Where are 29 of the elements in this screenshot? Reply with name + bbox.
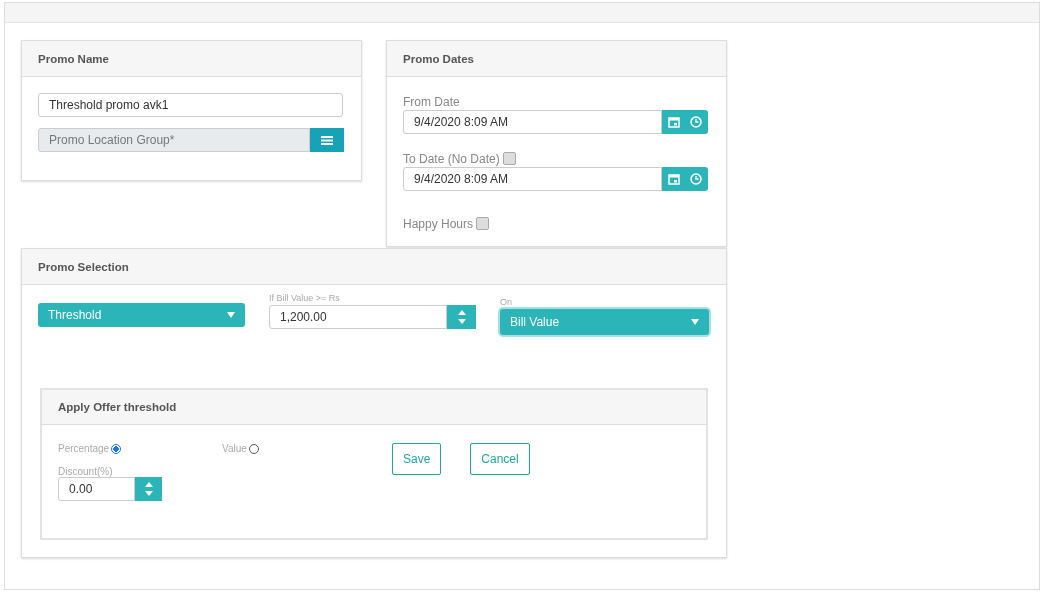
- promo-name-field[interactable]: Threshold promo avk1: [38, 93, 343, 117]
- calendar-icon[interactable]: [668, 116, 680, 128]
- field-label: From Date: [403, 94, 460, 109]
- panel-title: Apply Offer threshold: [58, 401, 177, 413]
- no-date-checkbox[interactable]: [502, 152, 516, 165]
- field-label: Discount(%): [58, 466, 114, 477]
- panel-title: Promo Name: [38, 52, 109, 65]
- menu-icon: [321, 135, 333, 145]
- field-label: On: [500, 297, 513, 309]
- clock-icon[interactable]: [690, 116, 702, 128]
- spinner-button[interactable]: [135, 477, 162, 501]
- menu-button[interactable]: [310, 128, 344, 152]
- panel-title: Promo Dates: [403, 52, 474, 65]
- panel-title: Promo Selection: [38, 260, 129, 273]
- discount-field[interactable]: 0.00: [58, 477, 135, 501]
- field-label: To Date (No Date): [403, 151, 500, 166]
- calendar-icon[interactable]: [668, 173, 680, 185]
- from-date-field[interactable]: 9/4/2020 8:09 AM: [403, 110, 662, 134]
- to-date-field[interactable]: 9/4/2020 8:09 AM: [403, 167, 662, 191]
- spinner-button[interactable]: [447, 305, 476, 329]
- happy-hours-checkbox[interactable]: [476, 217, 490, 230]
- field-label: If Bill Value >= Rs: [269, 293, 341, 305]
- location-group-field[interactable]: Promo Location Group*: [38, 128, 310, 152]
- field-label: Happy Hours: [403, 216, 474, 231]
- radio-label: Percentage: [58, 443, 110, 454]
- bill-value-field[interactable]: 1,200.00: [269, 305, 447, 329]
- radio-label: Value: [222, 443, 247, 454]
- clock-icon[interactable]: [690, 173, 702, 185]
- radio-button[interactable]: [111, 443, 122, 454]
